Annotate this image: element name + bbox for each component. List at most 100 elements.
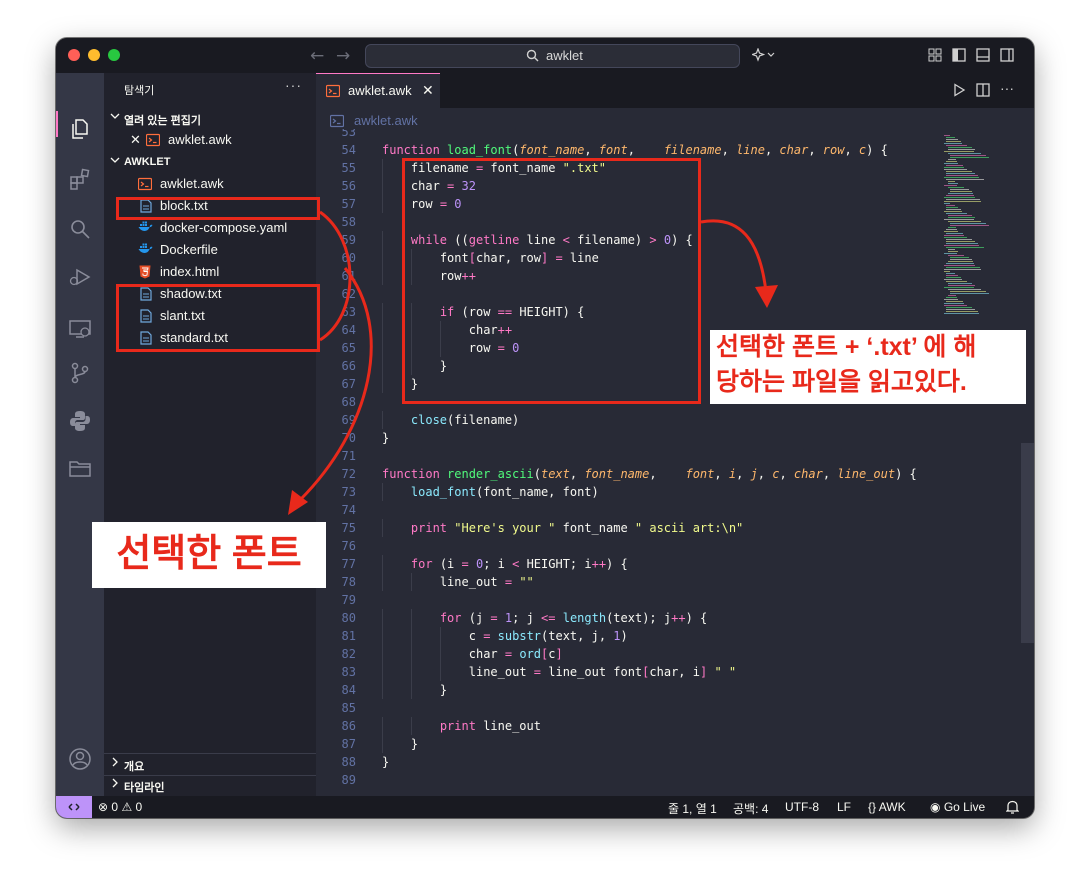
line-number: 87 — [341, 737, 356, 751]
active-indicator — [56, 111, 58, 137]
language-mode[interactable]: {} AWK — [868, 800, 906, 814]
explorer-files-icon[interactable] — [68, 117, 92, 141]
code-line: print "Here's your " font_name " ascii a… — [411, 519, 743, 537]
cursor-position[interactable]: 줄 1, 열 1 — [668, 800, 717, 817]
editor-tab-bar: awklet.awk ✕ ··· — [316, 73, 1034, 108]
explorer-more-actions[interactable]: ··· — [285, 77, 302, 93]
problems-indicator[interactable]: ⊗ 0 ⚠ 0 — [98, 800, 142, 814]
vertical-scrollbar[interactable] — [1021, 443, 1034, 643]
code-token: ++ — [591, 557, 607, 571]
copilot-sparkle-icon[interactable] — [752, 48, 776, 62]
file-item-index-html[interactable]: index.html — [104, 261, 316, 283]
minimap-line — [944, 305, 967, 306]
section-divider — [104, 753, 316, 754]
code-token: print — [439, 719, 484, 733]
extensions-icon[interactable] — [68, 167, 92, 191]
code-token: line_out — [468, 665, 534, 679]
remote-indicator[interactable] — [56, 796, 92, 818]
toggle-secondary-sidebar-icon[interactable] — [1000, 48, 1014, 62]
code-token: HEIGHT; i — [519, 557, 592, 571]
tab-awklet-awk[interactable]: awklet.awk ✕ — [316, 73, 440, 108]
eol-setting[interactable]: LF — [837, 800, 851, 814]
minimap-line — [946, 195, 974, 196]
line-number: 59 — [341, 233, 356, 247]
search-icon[interactable] — [68, 217, 92, 241]
code-token: j — [750, 467, 758, 481]
encoding-setting[interactable]: UTF-8 — [785, 800, 819, 814]
title-bar: ← → awklet — [56, 38, 1034, 73]
code-token: <= — [541, 611, 556, 625]
code-token: "Here's your " — [454, 521, 556, 535]
code-line: } — [382, 753, 389, 771]
line-number: 71 — [341, 449, 356, 463]
minimap-line — [946, 309, 975, 310]
indent-guide — [382, 573, 383, 591]
maximize-window-button[interactable] — [108, 49, 120, 61]
back-arrow-icon[interactable]: ← — [310, 46, 324, 66]
split-editor-icon[interactable] — [976, 83, 990, 97]
code-token: char, i — [649, 665, 700, 679]
close-window-button[interactable] — [68, 49, 80, 61]
code-token: , — [721, 143, 737, 157]
awklet-folder-section[interactable]: AWKLET — [104, 153, 316, 173]
account-icon[interactable] — [68, 747, 92, 771]
folder-manager-icon[interactable] — [68, 457, 92, 481]
open-editor-item[interactable]: ✕ awklet.awk — [104, 129, 316, 151]
line-number: 63 — [341, 305, 356, 319]
code-line: close(filename) — [411, 411, 519, 429]
indentation-setting[interactable]: 공백: 4 — [733, 800, 768, 817]
minimap-line — [948, 183, 958, 184]
code-token: char — [468, 647, 505, 661]
code-line: for (j = 1; j <= length(text); j++) { — [440, 609, 707, 627]
docker-icon — [138, 221, 153, 231]
source-control-icon[interactable] — [68, 361, 92, 385]
timeline-section[interactable]: 타임라인 — [104, 776, 316, 796]
outline-section[interactable]: 개요 — [104, 755, 316, 775]
remote-explorer-icon[interactable] — [68, 317, 92, 341]
customize-layout-icon[interactable] — [928, 48, 942, 62]
code-token: " " — [714, 665, 737, 679]
minimap-line — [946, 205, 955, 206]
toggle-primary-sidebar-icon[interactable] — [952, 48, 966, 62]
command-center-search[interactable]: awklet — [365, 44, 740, 68]
minimize-window-button[interactable] — [88, 49, 100, 61]
line-number: 65 — [341, 341, 356, 355]
code-line: print line_out — [440, 717, 541, 735]
notifications-bell-icon[interactable] — [1006, 800, 1019, 814]
minimap[interactable] — [938, 129, 1022, 809]
line-number: 84 — [341, 683, 356, 697]
line-number: 57 — [341, 197, 356, 211]
minimap-line — [948, 283, 972, 284]
minimap-line — [946, 141, 961, 142]
code-token: font — [598, 143, 628, 157]
run-debug-icon[interactable] — [68, 265, 92, 289]
file-item-dockerfile[interactable]: Dockerfile — [104, 239, 316, 261]
more-actions-icon[interactable]: ··· — [1000, 80, 1014, 96]
run-file-icon[interactable] — [952, 83, 966, 97]
indent-guide — [410, 717, 412, 735]
close-icon[interactable]: ✕ — [130, 132, 141, 148]
minimap-line — [948, 193, 973, 194]
toggle-panel-icon[interactable] — [976, 48, 990, 62]
minimap-line — [948, 149, 975, 150]
code-token: close — [410, 413, 448, 427]
minimap-line — [944, 135, 950, 136]
open-editors-section[interactable]: 열려 있는 편집기 — [104, 109, 316, 129]
close-icon[interactable]: ✕ — [422, 82, 434, 99]
file-item-docker-compose[interactable]: docker-compose.yaml — [104, 217, 316, 239]
code-line: line_out = "" — [440, 573, 534, 591]
code-token: function — [382, 143, 448, 157]
minimap-line — [944, 143, 962, 144]
code-token: ) — [620, 629, 628, 643]
line-number: 81 — [341, 629, 356, 643]
minimap-line — [944, 151, 974, 152]
go-live-button[interactable]: ◉ Go Live — [930, 800, 985, 814]
file-item-awklet-awk[interactable]: awklet.awk — [104, 173, 316, 195]
python-icon[interactable] — [68, 409, 92, 433]
minimap-line — [946, 233, 963, 234]
warning-count: 0 — [135, 800, 143, 814]
forward-arrow-icon[interactable]: → — [336, 46, 350, 66]
indent-guide — [382, 249, 383, 267]
indent-guide — [410, 609, 412, 627]
